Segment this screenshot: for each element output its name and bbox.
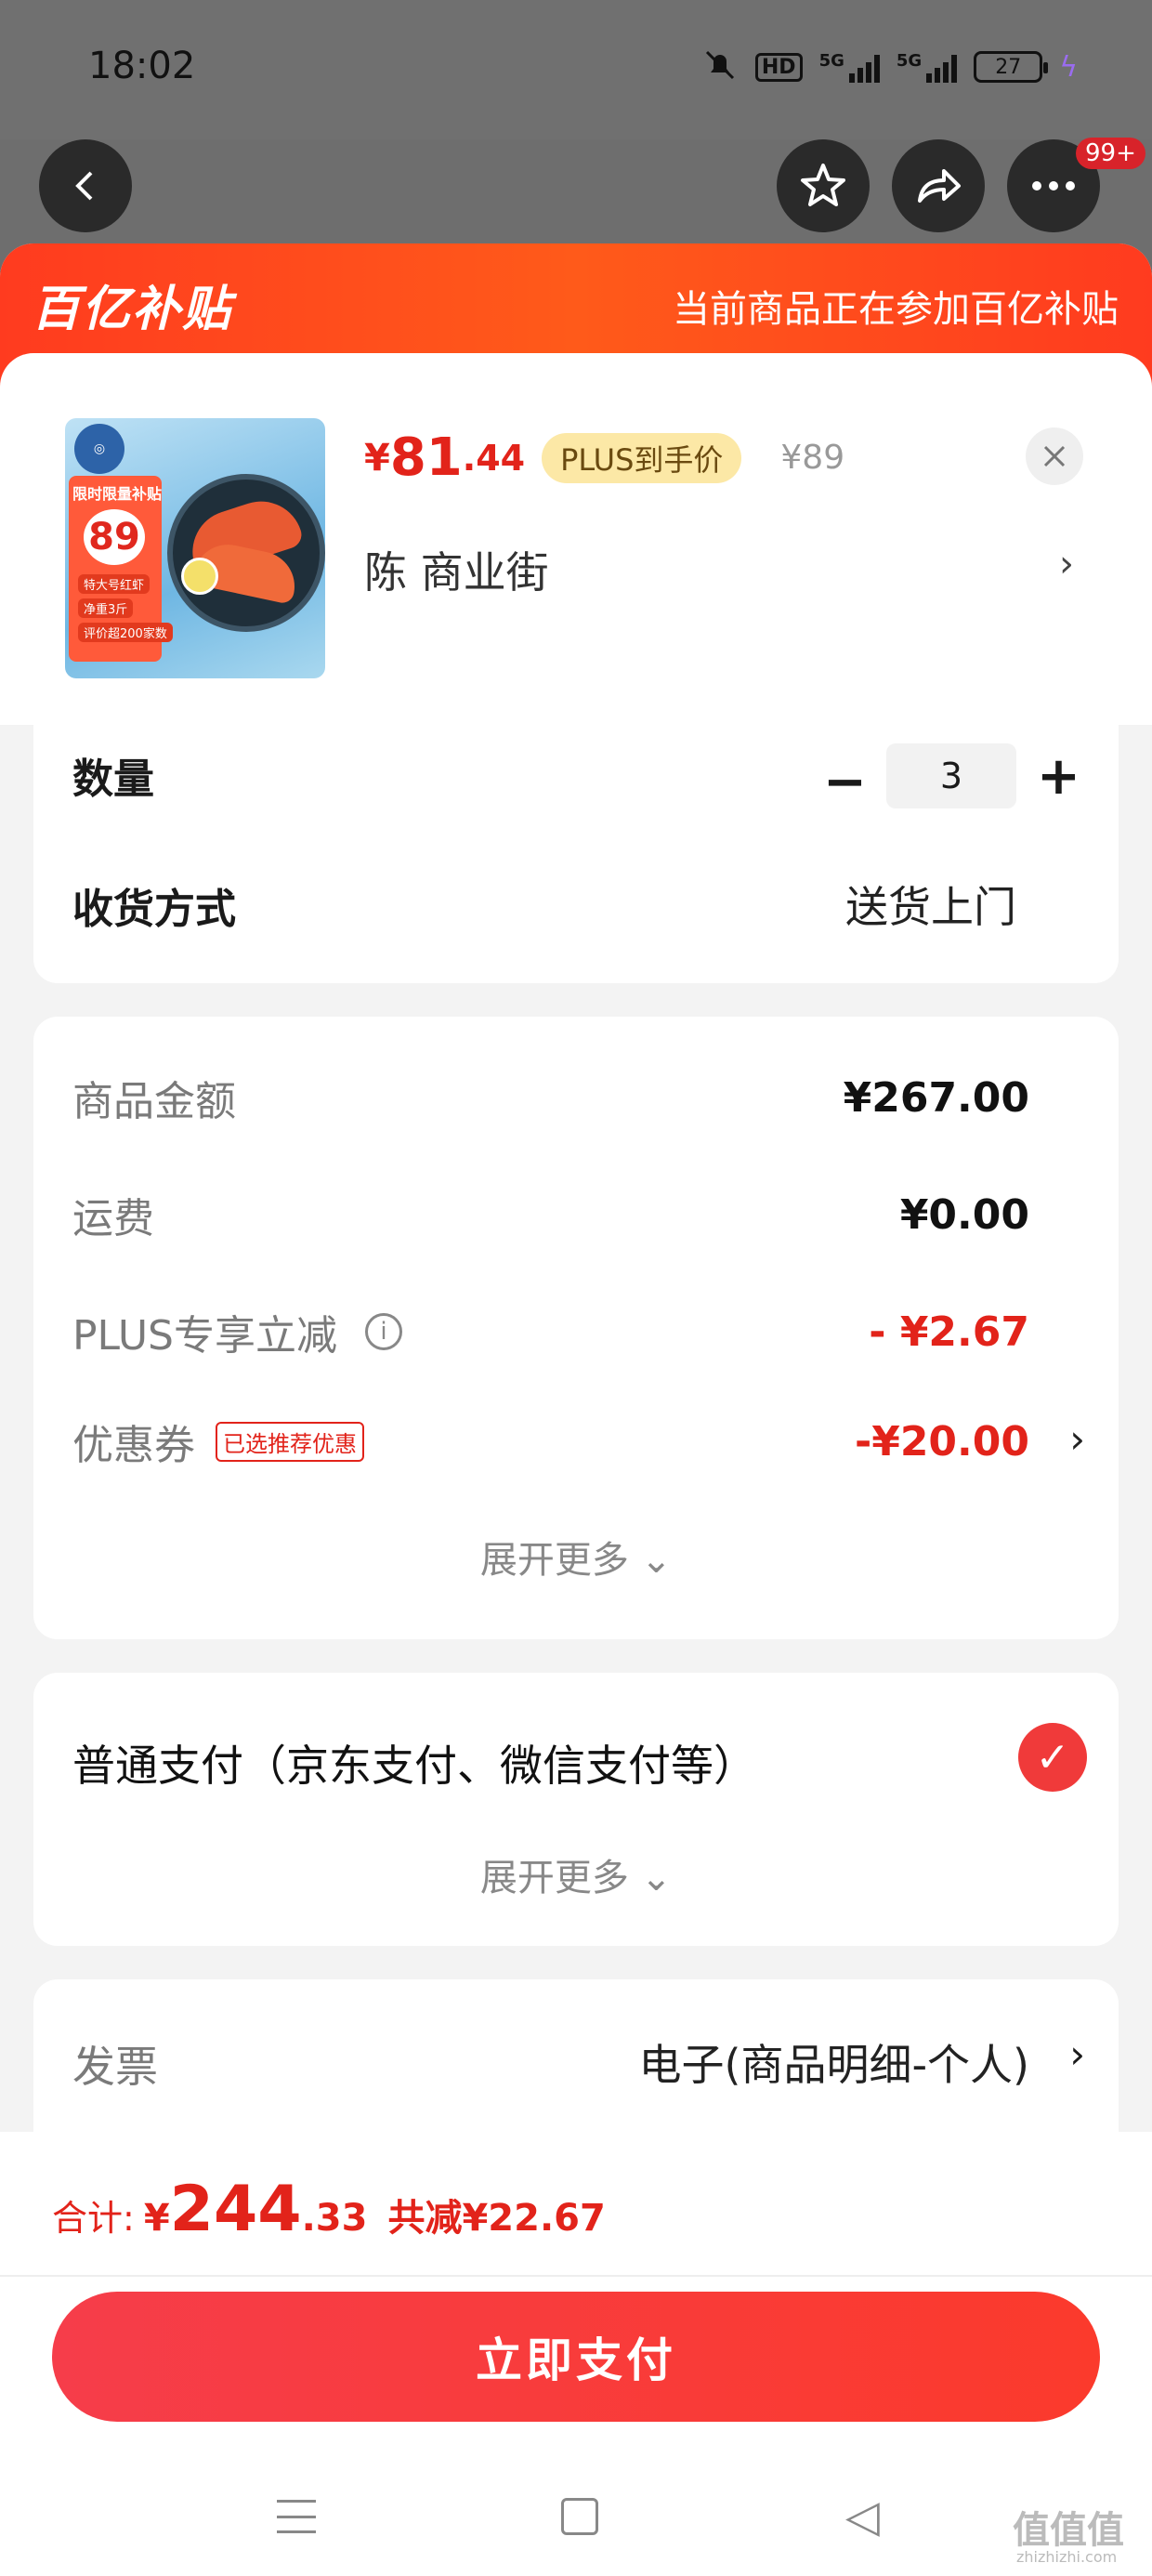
- subsidy-logo: 百亿补贴: [32, 282, 233, 337]
- charging-icon: ϟ: [1059, 50, 1078, 84]
- delivery-address[interactable]: 陈 商业街: [364, 539, 549, 600]
- goods-amount-value: ¥267.00: [843, 1073, 1029, 1122]
- plus-discount-label-wrap: PLUS专享立减 i: [72, 1302, 402, 1361]
- chevron-right-icon[interactable]: ›: [1069, 2031, 1085, 2077]
- clock: 18:02: [88, 45, 196, 87]
- expand-more-link[interactable]: 展开更多 ⌄: [33, 1847, 1119, 1901]
- chevron-left-icon: [75, 171, 93, 201]
- message-badge: 99+: [1076, 138, 1145, 169]
- fee-card: 商品金额 ¥267.00 运费 ¥0.00 PLUS专享立减 i - ¥2.67…: [33, 1017, 1119, 1639]
- checkout-bottom-bar: 合计: ¥ 244 .33 共减¥22.67 立即支付 ◁: [0, 2132, 1152, 2576]
- delivery-method-value[interactable]: 送货上门: [845, 874, 1016, 935]
- info-icon[interactable]: i: [365, 1313, 402, 1350]
- payment-method-label[interactable]: 普通支付（京东支付、微信支付等）: [72, 1732, 756, 1794]
- total-saving: 共减¥22.67: [387, 2197, 606, 2240]
- coupon-label-wrap: 优惠券 已选推荐优惠: [72, 1412, 364, 1471]
- plus-discount-row: PLUS专享立减 i - ¥2.67: [72, 1299, 1029, 1364]
- total-decimal: .33: [301, 2197, 368, 2240]
- checkout-sheet: 百亿补贴 当前商品正在参加百亿补贴 ◎ 限时限量补贴 89 特大号红虾 净重3斤…: [0, 243, 1152, 2576]
- hd-voice-icon: HD: [754, 52, 803, 82]
- quantity-label: 数量: [72, 756, 154, 803]
- back-triangle-icon[interactable]: ◁: [845, 2494, 880, 2539]
- price-currency: ¥: [364, 436, 390, 480]
- quantity-minus-button[interactable]: −: [823, 756, 867, 808]
- system-icons: HD 5G 5G 27 ϟ: [701, 46, 1078, 87]
- battery-icon: 27: [974, 51, 1049, 83]
- shipping-value: ¥0.00: [899, 1190, 1029, 1239]
- expand-more-link[interactable]: 展开更多 ⌄: [33, 1530, 1119, 1584]
- payment-card: 普通支付（京东支付、微信支付等） ✓ 展开更多 ⌄: [33, 1673, 1119, 1946]
- thumb-tag: 限时限量补贴: [72, 485, 163, 503]
- total-currency: ¥: [143, 2197, 170, 2240]
- menu-icon[interactable]: [277, 2500, 316, 2533]
- check-icon[interactable]: ✓: [1018, 1723, 1087, 1792]
- home-icon[interactable]: [561, 2498, 598, 2535]
- thumb-price: 89: [84, 509, 145, 565]
- chevron-right-icon[interactable]: ›: [1069, 1416, 1085, 1462]
- close-button[interactable]: [1026, 427, 1083, 485]
- goods-amount-row: 商品金额 ¥267.00: [72, 1065, 1029, 1130]
- favorite-button[interactable]: [777, 139, 870, 232]
- total-label: 合计:: [52, 2198, 135, 2239]
- signal-icon-2: 5G: [897, 51, 958, 83]
- coupon-row[interactable]: 优惠券 已选推荐优惠 -¥20.00: [72, 1409, 1029, 1474]
- signal-icon-1: 5G: [819, 51, 880, 83]
- top-nav: 99+: [0, 138, 1152, 242]
- shipping-label: 运费: [72, 1195, 154, 1242]
- back-button[interactable]: [39, 139, 132, 232]
- star-icon: [801, 164, 845, 206]
- plus-discount-label: PLUS专享立减: [72, 1312, 337, 1360]
- share-button[interactable]: [892, 139, 985, 232]
- quantity-card: 数量 − 3 + 收货方式 送货上门: [33, 717, 1119, 983]
- coupon-value: -¥20.00: [854, 1417, 1029, 1465]
- delivery-method-label: 收货方式: [72, 886, 236, 933]
- brand-logo: ◎: [74, 424, 124, 474]
- coupon-label: 优惠券: [72, 1422, 195, 1469]
- coupon-tag: 已选推荐优惠: [216, 1421, 364, 1462]
- more-dots-icon: [1032, 181, 1075, 191]
- price-decimal: .44: [462, 437, 526, 479]
- subsidy-text: 当前商品正在参加百亿补贴: [673, 288, 1119, 331]
- product-thumbnail[interactable]: ◎ 限时限量补贴 89 特大号红虾 净重3斤 评价超200家数: [65, 418, 325, 678]
- quantity-input[interactable]: 3: [886, 743, 1016, 808]
- price-integer: 81: [389, 427, 463, 488]
- close-icon: [1043, 445, 1066, 467]
- plus-discount-value: - ¥2.67: [869, 1308, 1029, 1356]
- total-row: 合计: ¥ 244 .33 共减¥22.67: [52, 2173, 606, 2246]
- invoice-label: 发票: [72, 2042, 158, 2092]
- mute-bell-icon: [701, 46, 739, 87]
- shipping-row: 运费 ¥0.00: [72, 1182, 1029, 1247]
- system-nav-bar: ◁: [0, 2477, 1152, 2576]
- invoice-value: 电子(商品明细-个人): [638, 2040, 1030, 2090]
- divider: [0, 2275, 1152, 2277]
- thumb-line: 净重3斤: [78, 598, 134, 618]
- total-integer: 244: [169, 2173, 302, 2246]
- watermark-logo: 值值值: [1013, 2509, 1124, 2552]
- pay-now-button[interactable]: 立即支付: [52, 2292, 1100, 2422]
- goods-amount-label: 商品金额: [72, 1078, 236, 1125]
- product-card: ◎ 限时限量补贴 89 特大号红虾 净重3斤 评价超200家数 ¥ 81 .44…: [0, 353, 1152, 725]
- thumb-line: 特大号红虾: [78, 574, 151, 594]
- thumb-line: 评价超200家数: [78, 623, 173, 642]
- chevron-right-icon[interactable]: ›: [1059, 543, 1074, 585]
- watermark-url: zhizhizhi.com: [1016, 2548, 1118, 2566]
- original-price: ¥89: [780, 439, 845, 477]
- price-row: ¥ 81 .44 PLUS到手价 ¥89: [364, 427, 844, 488]
- share-icon: [918, 169, 961, 203]
- plus-price-tag: PLUS到手价: [542, 432, 742, 483]
- quantity-plus-button[interactable]: +: [1037, 751, 1080, 803]
- status-bar: 18:02 HD 5G 5G 27 ϟ: [0, 0, 1152, 139]
